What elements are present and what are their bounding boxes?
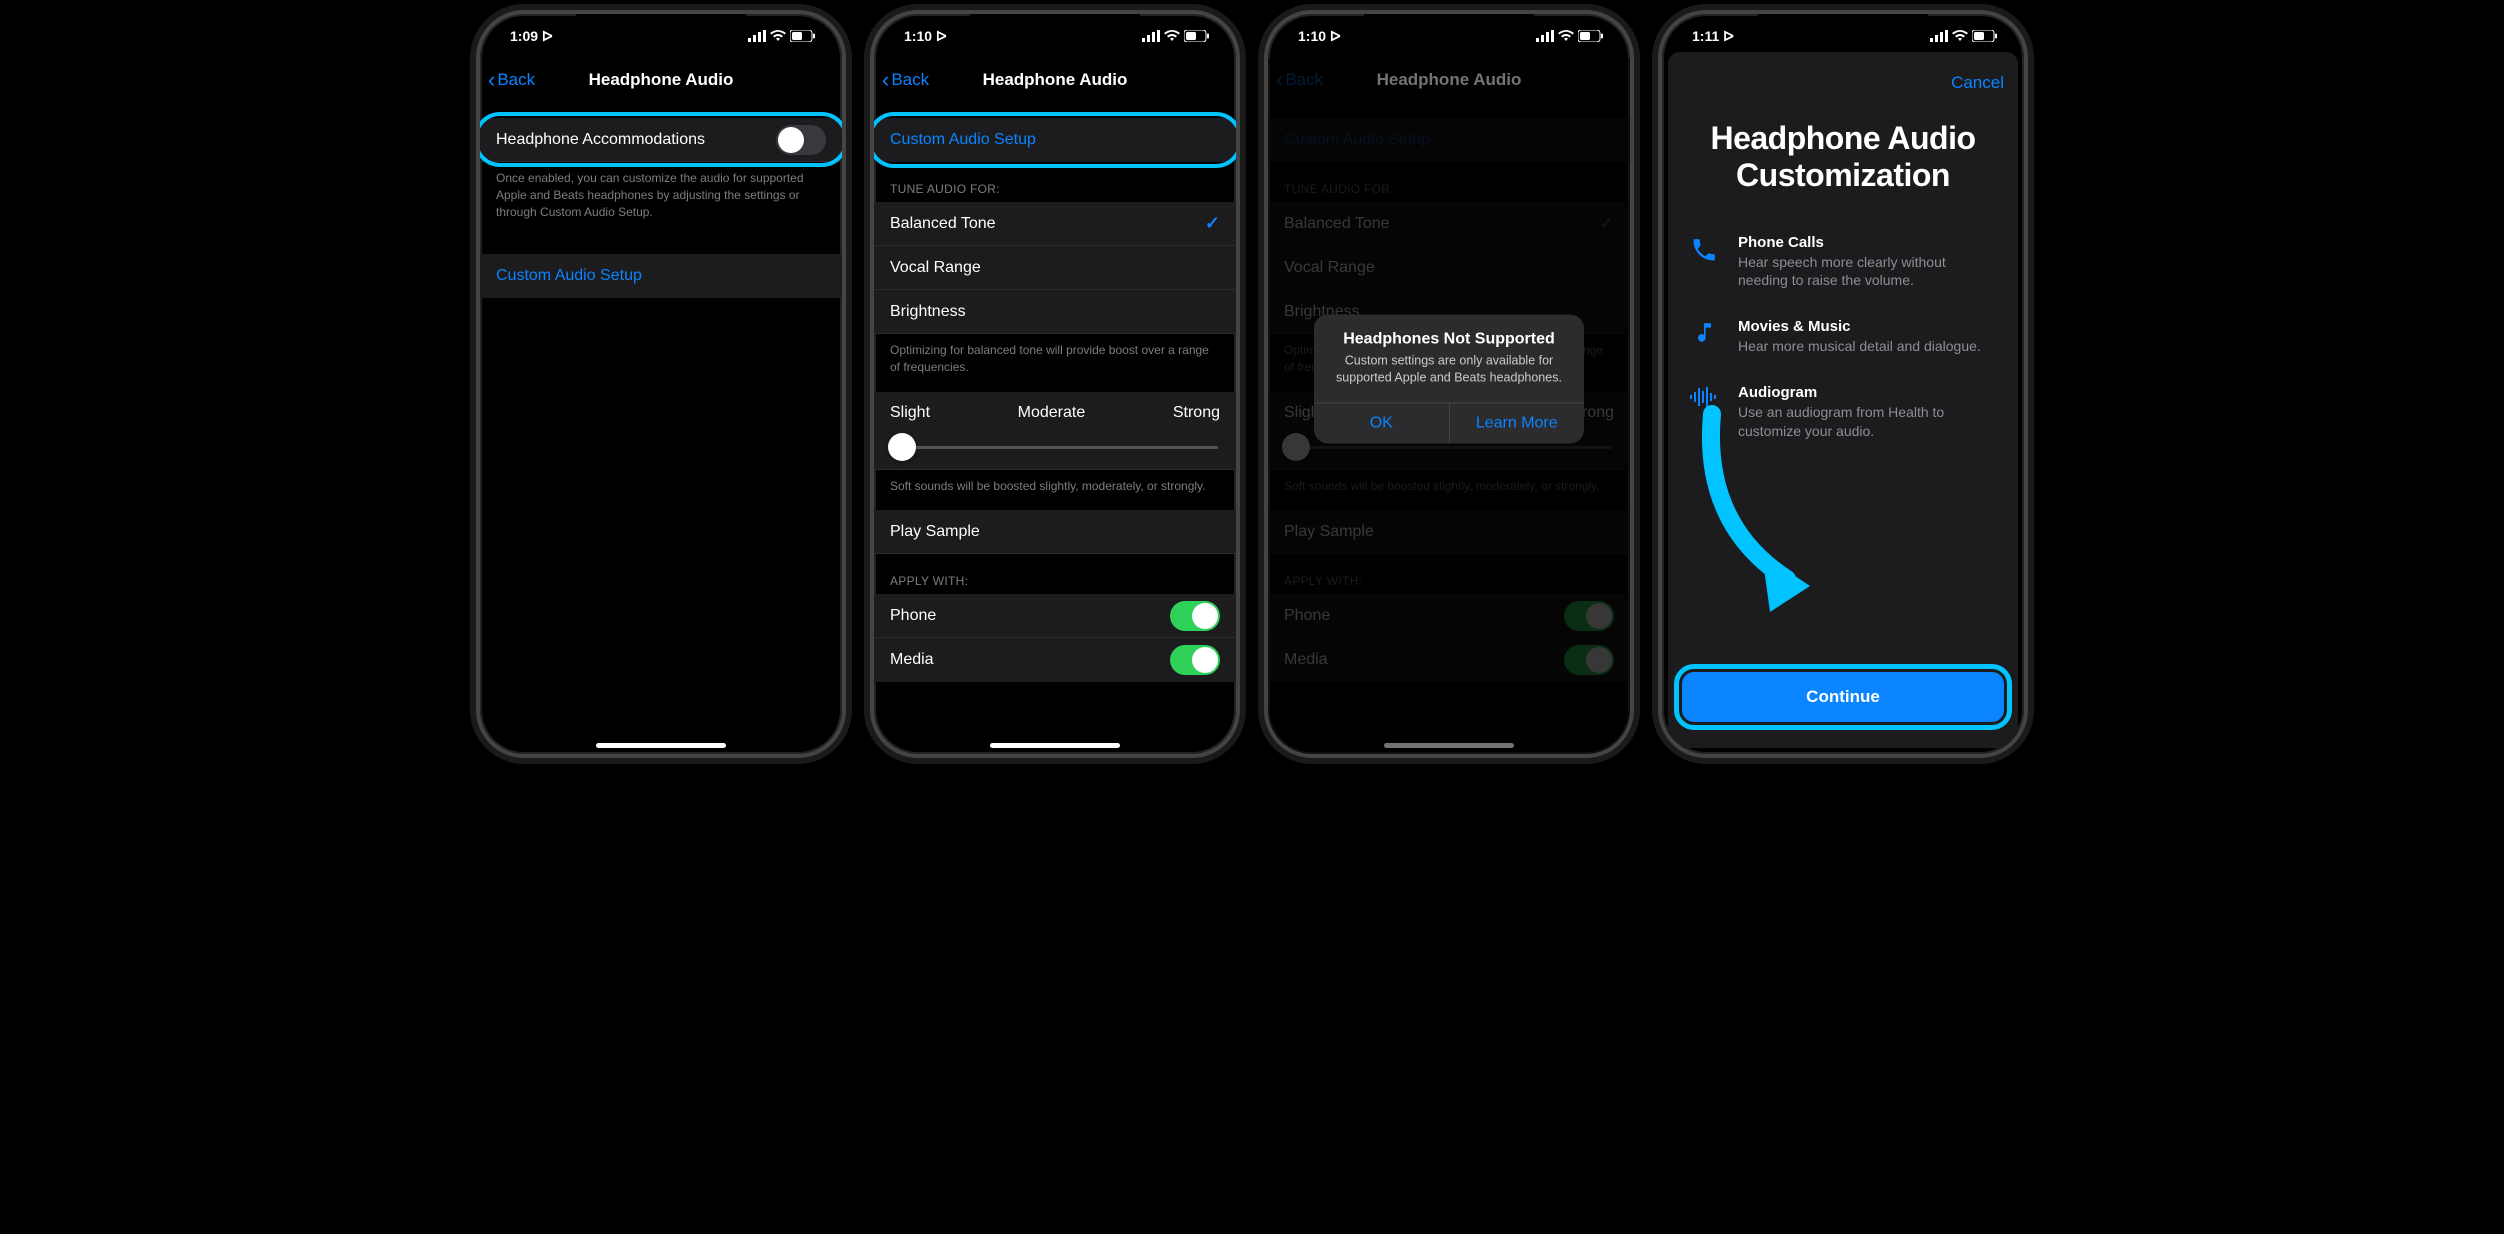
footer-text: Optimizing for balanced tone will provid…: [874, 334, 1236, 392]
row-label: Vocal Range: [890, 259, 981, 277]
info-subtitle: Hear more musical detail and dialogue.: [1738, 337, 1981, 356]
signal-icon: [748, 30, 766, 42]
apply-phone-row[interactable]: Phone: [874, 594, 1236, 638]
info-title: Audiogram: [1738, 384, 1998, 401]
learn-more-button[interactable]: Learn More: [1450, 403, 1585, 443]
clock: 1:10: [1298, 28, 1326, 44]
play-sample-row[interactable]: Play Sample: [874, 510, 1236, 554]
wifi-icon: [1164, 30, 1180, 42]
sheet-navbar: Cancel: [1662, 58, 2024, 108]
row-label: Balanced Tone: [890, 215, 1205, 233]
notch: [970, 14, 1140, 42]
section-header: APPLY WITH:: [874, 554, 1236, 594]
battery-icon: [1578, 30, 1604, 42]
row-label: Brightness: [890, 303, 966, 321]
ok-button[interactable]: OK: [1314, 403, 1450, 443]
headphone-accommodations-row[interactable]: Headphone Accommodations: [480, 118, 842, 162]
alert-dialog: Headphones Not Supported Custom settings…: [1314, 314, 1584, 443]
notch: [1364, 14, 1534, 42]
row-label: Headphone Accommodations: [496, 131, 776, 149]
info-subtitle: Hear speech more clearly without needing…: [1738, 253, 1998, 291]
home-indicator[interactable]: [596, 743, 726, 748]
notch: [1758, 14, 1928, 42]
settings-content: Custom Audio Setup TUNE AUDIO FOR: Balan…: [874, 102, 1236, 732]
navigation-bar: ‹Back Headphone Audio: [480, 58, 842, 102]
section-header: TUNE AUDIO FOR:: [874, 162, 1236, 202]
continue-button[interactable]: Continue: [1682, 672, 2004, 722]
row-label: Custom Audio Setup: [496, 267, 642, 285]
settings-content: Headphone Accommodations Once enabled, y…: [480, 102, 842, 732]
notch: [576, 14, 746, 42]
clock: 1:11: [1692, 28, 1719, 44]
apply-media-row[interactable]: Media: [874, 638, 1236, 682]
slider-thumb[interactable]: [888, 433, 916, 461]
phone-toggle[interactable]: [1170, 601, 1220, 631]
iphone-screenshot: 1:10 ᐅ ‹Back Headphone Audio Custom Audi…: [870, 10, 1240, 758]
checkmark-icon: ✓: [1205, 213, 1220, 234]
wifi-icon: [770, 30, 786, 42]
row-label: Custom Audio Setup: [890, 131, 1036, 149]
location-icon: ᐅ: [1330, 28, 1341, 44]
slider-label-moderate: Moderate: [1018, 404, 1086, 422]
sheet-title: Headphone Audio Customization: [1688, 120, 1998, 194]
info-title: Movies & Music: [1738, 318, 1981, 335]
footer-text: Once enabled, you can customize the audi…: [480, 162, 842, 236]
page-title: Headphone Audio: [589, 70, 734, 90]
navigation-bar: ‹Back Headphone Audio: [874, 58, 1236, 102]
back-button[interactable]: ‹Back: [488, 69, 535, 91]
home-indicator[interactable]: [990, 743, 1120, 748]
battery-icon: [1184, 30, 1210, 42]
battery-icon: [1972, 30, 1998, 42]
info-title: Phone Calls: [1738, 234, 1998, 251]
alert-message: Custom settings are only available for s…: [1314, 350, 1584, 402]
vocal-range-row[interactable]: Vocal Range: [874, 246, 1236, 290]
location-icon: ᐅ: [1723, 28, 1734, 44]
signal-icon: [1536, 30, 1554, 42]
row-label: Media: [890, 651, 1170, 669]
accommodations-toggle[interactable]: [776, 125, 826, 155]
phone-icon: [1688, 234, 1720, 291]
chevron-left-icon: ‹: [882, 69, 889, 91]
clock: 1:09: [510, 28, 538, 44]
signal-icon: [1142, 30, 1160, 42]
back-button[interactable]: ‹Back: [882, 69, 929, 91]
custom-audio-setup-row[interactable]: Custom Audio Setup: [480, 254, 842, 298]
wifi-icon: [1558, 30, 1574, 42]
slider-label-slight: Slight: [890, 404, 930, 422]
info-phone-calls: Phone Calls Hear speech more clearly with…: [1688, 234, 1998, 291]
back-label: Back: [891, 70, 929, 90]
location-icon: ᐅ: [936, 28, 947, 44]
wifi-icon: [1952, 30, 1968, 42]
media-toggle[interactable]: [1170, 645, 1220, 675]
boost-slider-row: Slight Moderate Strong: [874, 392, 1236, 470]
row-label: Play Sample: [890, 523, 980, 541]
iphone-screenshot: 1:10 ᐅ ‹Back Headphone Audio Custom Audi…: [1264, 10, 1634, 758]
footer-text: Soft sounds will be boosted slightly, mo…: [874, 470, 1236, 511]
info-movies-music: Movies & Music Hear more musical detail a…: [1688, 318, 1998, 356]
cancel-button[interactable]: Cancel: [1951, 73, 2004, 93]
location-icon: ᐅ: [542, 28, 553, 44]
iphone-screenshot: 1:11 ᐅ Cancel Headphone Audio Customizat…: [1658, 10, 2028, 758]
annotation-arrow-icon: [1692, 404, 1832, 614]
slider-label-strong: Strong: [1173, 404, 1220, 422]
battery-icon: [790, 30, 816, 42]
signal-icon: [1930, 30, 1948, 42]
boost-slider[interactable]: [892, 446, 1218, 449]
iphone-screenshot: 1:09 ᐅ ‹Back Headphone Audio Headphone A…: [476, 10, 846, 758]
balanced-tone-row[interactable]: Balanced Tone✓: [874, 202, 1236, 246]
clock: 1:10: [904, 28, 932, 44]
custom-audio-setup-row[interactable]: Custom Audio Setup: [874, 118, 1236, 162]
brightness-row[interactable]: Brightness: [874, 290, 1236, 334]
back-label: Back: [497, 70, 535, 90]
alert-title: Headphones Not Supported: [1314, 314, 1584, 350]
chevron-left-icon: ‹: [488, 69, 495, 91]
page-title: Headphone Audio: [983, 70, 1128, 90]
music-icon: [1688, 318, 1720, 356]
row-label: Phone: [890, 607, 1170, 625]
